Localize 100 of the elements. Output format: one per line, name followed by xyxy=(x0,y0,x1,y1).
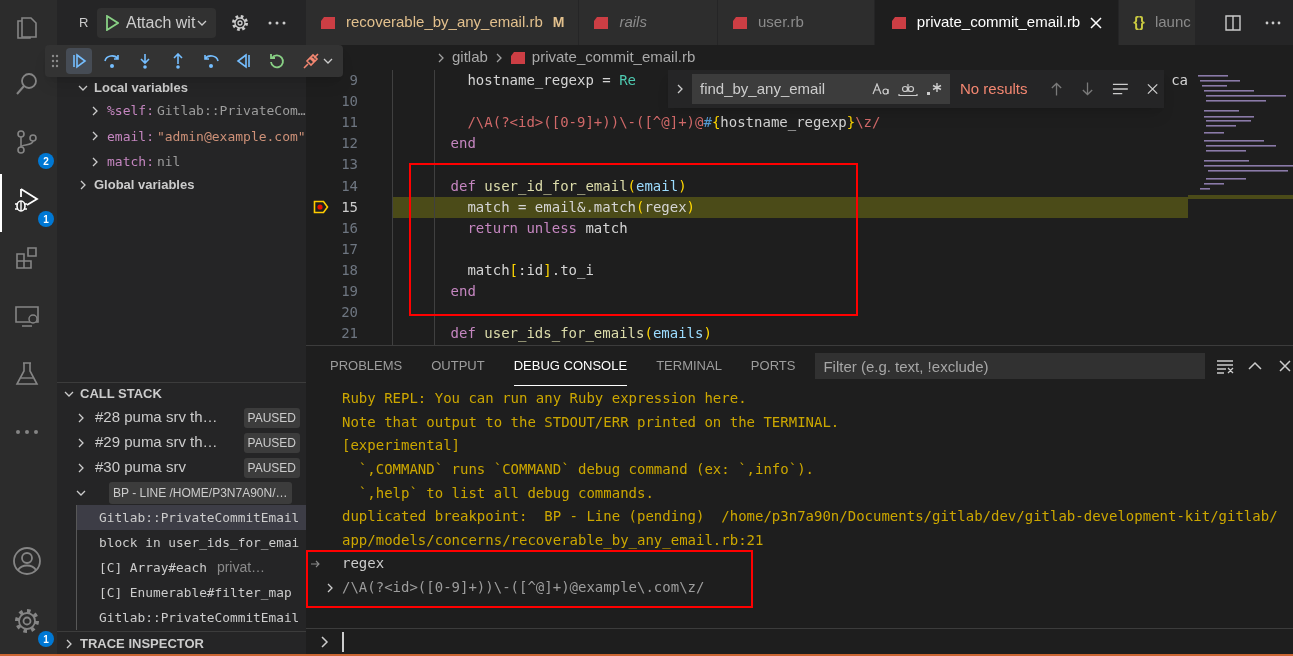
stack-frame[interactable]: Gitlab::PrivateCommitEmail xyxy=(76,605,306,630)
section-title: TRACE INSPECTOR xyxy=(80,635,204,654)
code-line: end xyxy=(449,282,476,301)
editor-tab[interactable]: recoverable_by_any_email.rb M xyxy=(306,0,580,45)
editor-tab[interactable]: user.rb xyxy=(717,0,875,45)
launch-configuration-button[interactable]: Attach wit xyxy=(97,7,217,38)
code-line: match = email&.match(regex) xyxy=(466,197,696,217)
code-line: def user_ids_for_emails(emails) xyxy=(449,324,712,344)
line-number: 13 xyxy=(340,155,358,175)
scope-header[interactable]: Global variables xyxy=(57,174,306,195)
close-icon[interactable] xyxy=(1146,83,1158,95)
thread-name: #29 puma srv th… xyxy=(95,432,219,453)
console-output-text: [experimental] xyxy=(342,436,460,456)
split-editor-icon[interactable] xyxy=(1225,14,1241,31)
ruby-file-icon xyxy=(593,15,610,30)
prompt-icon xyxy=(320,634,330,649)
regex-icon[interactable] xyxy=(926,82,942,96)
settings-icon[interactable] xyxy=(230,12,251,33)
console-output-text: `,help` to list all debug commands. xyxy=(357,483,654,503)
panel-tab[interactable]: OUTPUT xyxy=(431,346,485,386)
more-icon[interactable] xyxy=(268,20,287,25)
frame-name: [C] Array#each xyxy=(99,558,207,577)
line-number: 10 xyxy=(340,92,358,112)
code-line: def user_id_for_email(email) xyxy=(449,176,687,197)
console-output-text: `,COMMAND` runs `COMMAND` debug command (ex: `,info`). xyxy=(357,460,814,480)
thread-item[interactable]: BP - LINE /HOME/P3N7A90N/… xyxy=(57,480,306,505)
line-number: 20 xyxy=(340,303,358,323)
stack-frame[interactable]: [C] Enumerable#filter_map xyxy=(76,580,306,605)
breadcrumb-item[interactable]: private_commit_email.rb xyxy=(531,46,696,69)
thread-item[interactable]: #30 puma srv PAUSED xyxy=(57,455,306,480)
json-file-icon: {} xyxy=(1133,11,1145,34)
thread-item[interactable]: #28 puma srv th… PAUSED xyxy=(57,405,306,430)
line-number: 21 xyxy=(340,324,358,344)
next-match-icon[interactable] xyxy=(1081,81,1095,97)
scope-header[interactable]: Local variables xyxy=(57,78,306,98)
activity-bar-item[interactable]: 1 xyxy=(0,594,57,654)
console-result-text: /\A(?<id>([0-9]+))\-([^@]+)@example\.com\z/ xyxy=(342,578,705,598)
more-icon[interactable] xyxy=(1265,20,1281,25)
console-output-text: Note that output to the STDOUT/ERR printed on the TERMINAL. xyxy=(342,412,840,432)
caret-icon xyxy=(322,56,333,66)
thread-item[interactable]: #29 puma srv th… PAUSED xyxy=(57,430,306,455)
maximize-panel-icon[interactable] xyxy=(1247,361,1264,371)
section-header[interactable]: CALL STACK xyxy=(57,383,306,405)
line-number: 19 xyxy=(340,282,358,301)
run-debug-icon[interactable] xyxy=(12,186,41,214)
input-arrow-icon xyxy=(310,559,320,568)
tab-label: launc xyxy=(1154,12,1191,33)
step-over-icon xyxy=(103,53,121,69)
panel-tab[interactable]: PORTS xyxy=(750,346,796,386)
breakpoint-icon[interactable] xyxy=(313,200,329,215)
close-icon[interactable] xyxy=(1278,359,1293,373)
expand-chevron-icon[interactable] xyxy=(325,581,335,594)
frame-name: Gitlab::PrivateCommitEmail xyxy=(99,508,300,527)
drag-handle-icon[interactable] xyxy=(51,54,59,68)
code-line: hostname_regexp = Re xyxy=(466,71,636,91)
ruby-file-icon xyxy=(890,15,907,30)
frame-name: block in user_ids_for_emai xyxy=(99,533,300,552)
code-line: /\A(?<id>([0-9]+))\-([^@]+)@#{hostname_regexp}\z/ xyxy=(466,113,881,133)
tab-label: user.rb xyxy=(757,12,804,33)
match-case-icon[interactable] xyxy=(872,83,890,95)
status-badge: PAUSED xyxy=(243,407,300,428)
breadcrumb-item[interactable]: gitlab xyxy=(452,46,488,69)
frame-source: privat… xyxy=(216,558,266,577)
panel-tab[interactable]: DEBUG CONSOLE xyxy=(513,346,628,386)
editor-tab[interactable]: {} launc xyxy=(1119,0,1196,45)
restart-icon xyxy=(268,52,286,70)
whole-word-icon[interactable] xyxy=(898,82,918,96)
panel-tab[interactable]: TERMINAL xyxy=(656,346,722,386)
find-in-selection-icon[interactable] xyxy=(1112,82,1129,96)
stack-frame[interactable]: block in user_ids_for_emai xyxy=(76,530,306,555)
clear-console-icon[interactable] xyxy=(1215,358,1236,374)
activity-bar-item[interactable]: 2 xyxy=(0,116,57,174)
code-line: return unless match xyxy=(466,218,628,238)
line-number: 16 xyxy=(340,218,358,238)
section-title: CALL STACK xyxy=(80,385,162,404)
count-badge: 1 xyxy=(38,631,54,647)
continue-button[interactable] xyxy=(66,48,92,74)
frame-name: [C] Enumerable#filter_map xyxy=(99,583,292,602)
code-fragment: ca xyxy=(1171,71,1188,91)
scope-label: Local variables xyxy=(94,79,188,98)
frame-name: Gitlab::PrivateCommitEmail xyxy=(99,608,300,627)
status-badge: PAUSED xyxy=(243,457,300,478)
previous-match-icon[interactable] xyxy=(1050,81,1064,97)
variable-name: %self: xyxy=(107,102,154,120)
step-back-icon xyxy=(202,53,220,69)
line-number: 18 xyxy=(340,260,358,280)
editor-tab[interactable]: rails xyxy=(579,0,718,45)
variable-name: match: xyxy=(107,153,154,171)
console-output-text: Ruby REPL: You can run any Ruby expression here. xyxy=(342,389,747,409)
filter-field[interactable]: Filter (e.g. text, !exclude) xyxy=(815,353,1206,379)
variable-name: email: xyxy=(107,127,154,146)
find-field[interactable]: find_by_any_email xyxy=(692,74,950,104)
stack-frame[interactable]: [C] Array#each privat… xyxy=(76,555,306,580)
account-icon[interactable] xyxy=(11,546,42,576)
console-input-text: regex xyxy=(342,554,385,574)
code-line: end xyxy=(449,134,476,154)
panel-tab[interactable]: PROBLEMS xyxy=(330,346,403,386)
stack-frame[interactable]: Gitlab::PrivateCommitEmail xyxy=(76,505,306,530)
variable-value: nil xyxy=(156,153,181,171)
editor-tab[interactable]: private_commit_email.rb xyxy=(874,0,1120,45)
